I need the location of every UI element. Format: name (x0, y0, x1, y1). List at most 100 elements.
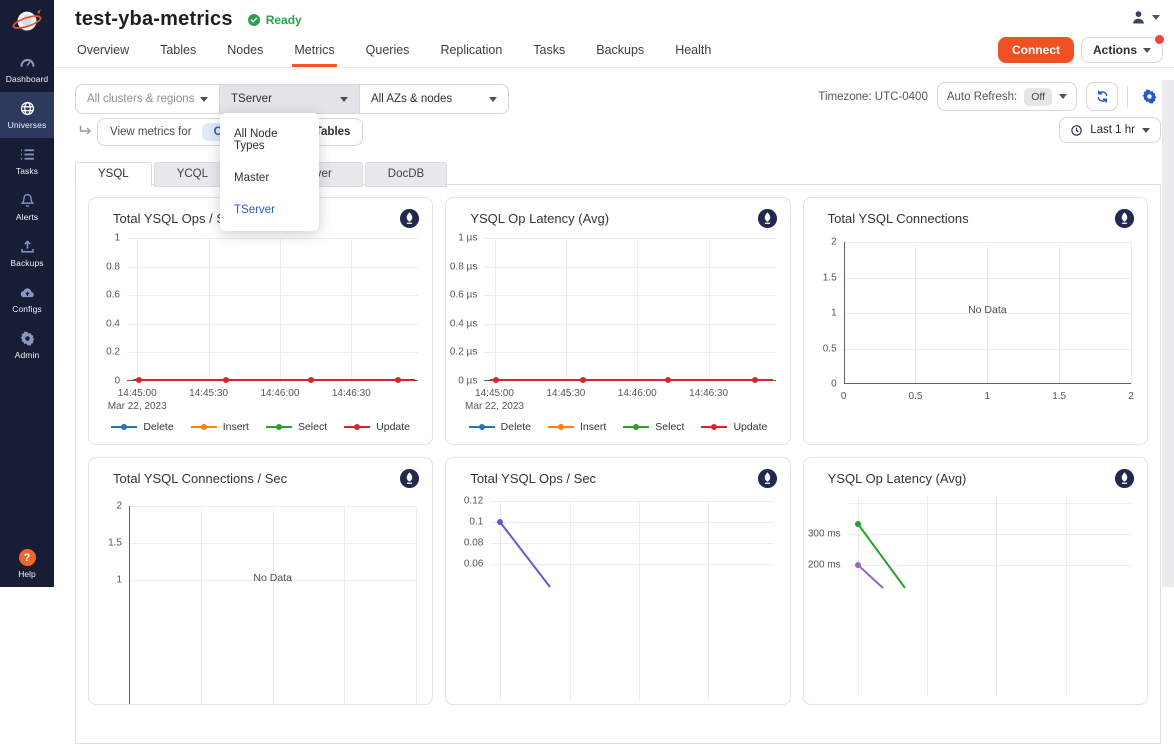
x-tick-label: 14:46:00 (260, 388, 299, 399)
y-axis-line (129, 506, 130, 705)
x-tick-label: 1.5 (1052, 391, 1066, 402)
chart-legend: Delete Insert Select Update (89, 421, 432, 433)
x-axis-line (844, 383, 1131, 384)
metric-tab-docdb[interactable]: DocDB (365, 162, 447, 187)
actions-button[interactable]: Actions (1081, 37, 1163, 63)
azs-nodes-select[interactable]: All AZs & nodes (360, 85, 508, 113)
user-profile-menu[interactable] (1130, 9, 1160, 26)
y-tick-label: 1 µs (458, 233, 477, 244)
time-range-select[interactable]: Last 1 hr (1059, 117, 1161, 143)
auto-refresh-value: Off (1024, 88, 1052, 106)
actions-label: Actions (1093, 43, 1137, 57)
legend-item-select[interactable]: Select (623, 421, 684, 433)
plot-area: 1 0.8 0.6 0.4 0.2 0 14:45:00Mar 22, 2023… (127, 238, 418, 381)
y-tick-label: 1 (116, 575, 122, 586)
sidebar-item-tasks[interactable]: Tasks (0, 138, 54, 184)
connect-button[interactable]: Connect (998, 37, 1074, 63)
y-tick-label: 0 µs (458, 376, 477, 387)
yugabyte-logo-icon (757, 468, 778, 489)
legend-swatch (548, 426, 574, 428)
auto-refresh-control[interactable]: Auto Refresh: Off (937, 82, 1077, 111)
refresh-icon (1095, 89, 1110, 104)
yugabyte-logo-icon (399, 208, 420, 229)
chart-legend: Delete Insert Select Update (446, 421, 789, 433)
sidebar-item-label: Help (18, 569, 35, 579)
help-question-icon: ? (19, 549, 36, 566)
tab-backups[interactable]: Backups (594, 35, 646, 67)
y-tick-label: 0.1 (469, 517, 483, 528)
x-tick-label: 14:45:00Mar 22, 2023 (465, 388, 524, 412)
menu-item-all-node-types[interactable]: All Node Types (220, 118, 319, 162)
chart-title: YSQL Op Latency (Avg) (828, 471, 967, 486)
yugabyte-app-logo[interactable] (0, 0, 54, 46)
y-tick-label: 300 ms (808, 529, 841, 540)
time-range-value: Last 1 hr (1090, 124, 1135, 136)
menu-item-master[interactable]: Master (220, 162, 319, 194)
sidebar-item-configs[interactable]: Configs (0, 276, 54, 322)
chart-title: Total YSQL Connections (828, 211, 969, 226)
chevron-down-icon (1059, 94, 1067, 99)
scrollbar[interactable] (1162, 80, 1174, 587)
universe-globe-icon (19, 100, 36, 117)
tab-metrics[interactable]: Metrics (292, 35, 336, 67)
y-tick-label: 0.4 µs (450, 318, 477, 329)
legend-item-insert[interactable]: Insert (191, 421, 249, 433)
legend-item-update[interactable]: Update (701, 421, 767, 433)
clusters-regions-select[interactable]: All clusters & regions (76, 85, 219, 113)
sidebar-item-backups[interactable]: Backups (0, 230, 54, 276)
tab-health[interactable]: Health (673, 35, 713, 67)
node-type-select[interactable]: TServer (219, 85, 360, 113)
x-tick-label: 14:45:30 (189, 388, 228, 399)
chart-title: YSQL Op Latency (Avg) (470, 211, 609, 226)
data-point (308, 377, 314, 383)
plot-area: 0.12 0.1 0.08 0.06 (490, 501, 773, 701)
legend-item-update[interactable]: Update (344, 421, 410, 433)
data-point (395, 377, 401, 383)
toolbar-divider (1127, 86, 1128, 108)
x-tick-label: 1 (985, 391, 991, 402)
user-avatar-icon (1130, 9, 1147, 26)
dashboard-gauge-icon (19, 54, 36, 71)
planet-rocket-logo-icon (10, 6, 44, 40)
sidebar-item-help[interactable]: ? Help (0, 549, 54, 579)
tab-tables[interactable]: Tables (158, 35, 198, 67)
metric-tab-ysql[interactable]: YSQL (75, 162, 152, 187)
no-data-label: No Data (253, 572, 292, 584)
tab-nodes[interactable]: Nodes (225, 35, 265, 67)
sidebar-item-alerts[interactable]: Alerts (0, 184, 54, 230)
refresh-button[interactable] (1086, 82, 1118, 111)
data-point (665, 377, 671, 383)
sidebar-item-universes[interactable]: Universes (0, 92, 54, 138)
sidebar-item-admin[interactable]: Admin (0, 322, 54, 368)
tab-tasks[interactable]: Tasks (531, 35, 567, 67)
gear-icon (1141, 88, 1158, 105)
check-circle-icon (247, 13, 261, 27)
data-point (855, 562, 861, 568)
plot-area: 2 1.5 1 No Data (129, 506, 416, 705)
legend-item-delete[interactable]: Delete (469, 421, 531, 433)
scope-branch-arrow-icon (78, 123, 92, 142)
tab-replication[interactable]: Replication (438, 35, 504, 67)
sidebar-item-label: Dashboard (6, 74, 48, 84)
legend-item-insert[interactable]: Insert (548, 421, 606, 433)
legend-swatch (191, 426, 217, 428)
y-tick-label: 1 (831, 308, 837, 319)
node-type-dropdown-menu: All Node Types Master TServer (220, 113, 319, 231)
series-update-flatline (490, 379, 773, 381)
tab-queries[interactable]: Queries (364, 35, 412, 67)
y-axis-line (844, 242, 845, 384)
sidebar-item-dashboard[interactable]: Dashboard (0, 46, 54, 92)
legend-swatch (266, 426, 292, 428)
chart-card-total-ysql-connections-sec: Total YSQL Connections / Sec 2 1.5 1 No … (88, 457, 433, 705)
no-data-label: No Data (968, 304, 1007, 316)
legend-item-delete[interactable]: Delete (111, 421, 173, 433)
filter-toolbar-right: Timezone: UTC-0400 Auto Refresh: Off (818, 82, 1161, 111)
y-tick-label: 0.6 (106, 290, 120, 301)
tab-overview[interactable]: Overview (75, 35, 131, 67)
menu-item-tserver[interactable]: TServer (220, 194, 319, 226)
metrics-settings-button[interactable] (1137, 85, 1161, 109)
auto-refresh-label: Auto Refresh: (947, 91, 1017, 103)
legend-item-select[interactable]: Select (266, 421, 327, 433)
admin-gear-icon (19, 330, 36, 347)
universe-status-badge: Ready (247, 13, 302, 27)
